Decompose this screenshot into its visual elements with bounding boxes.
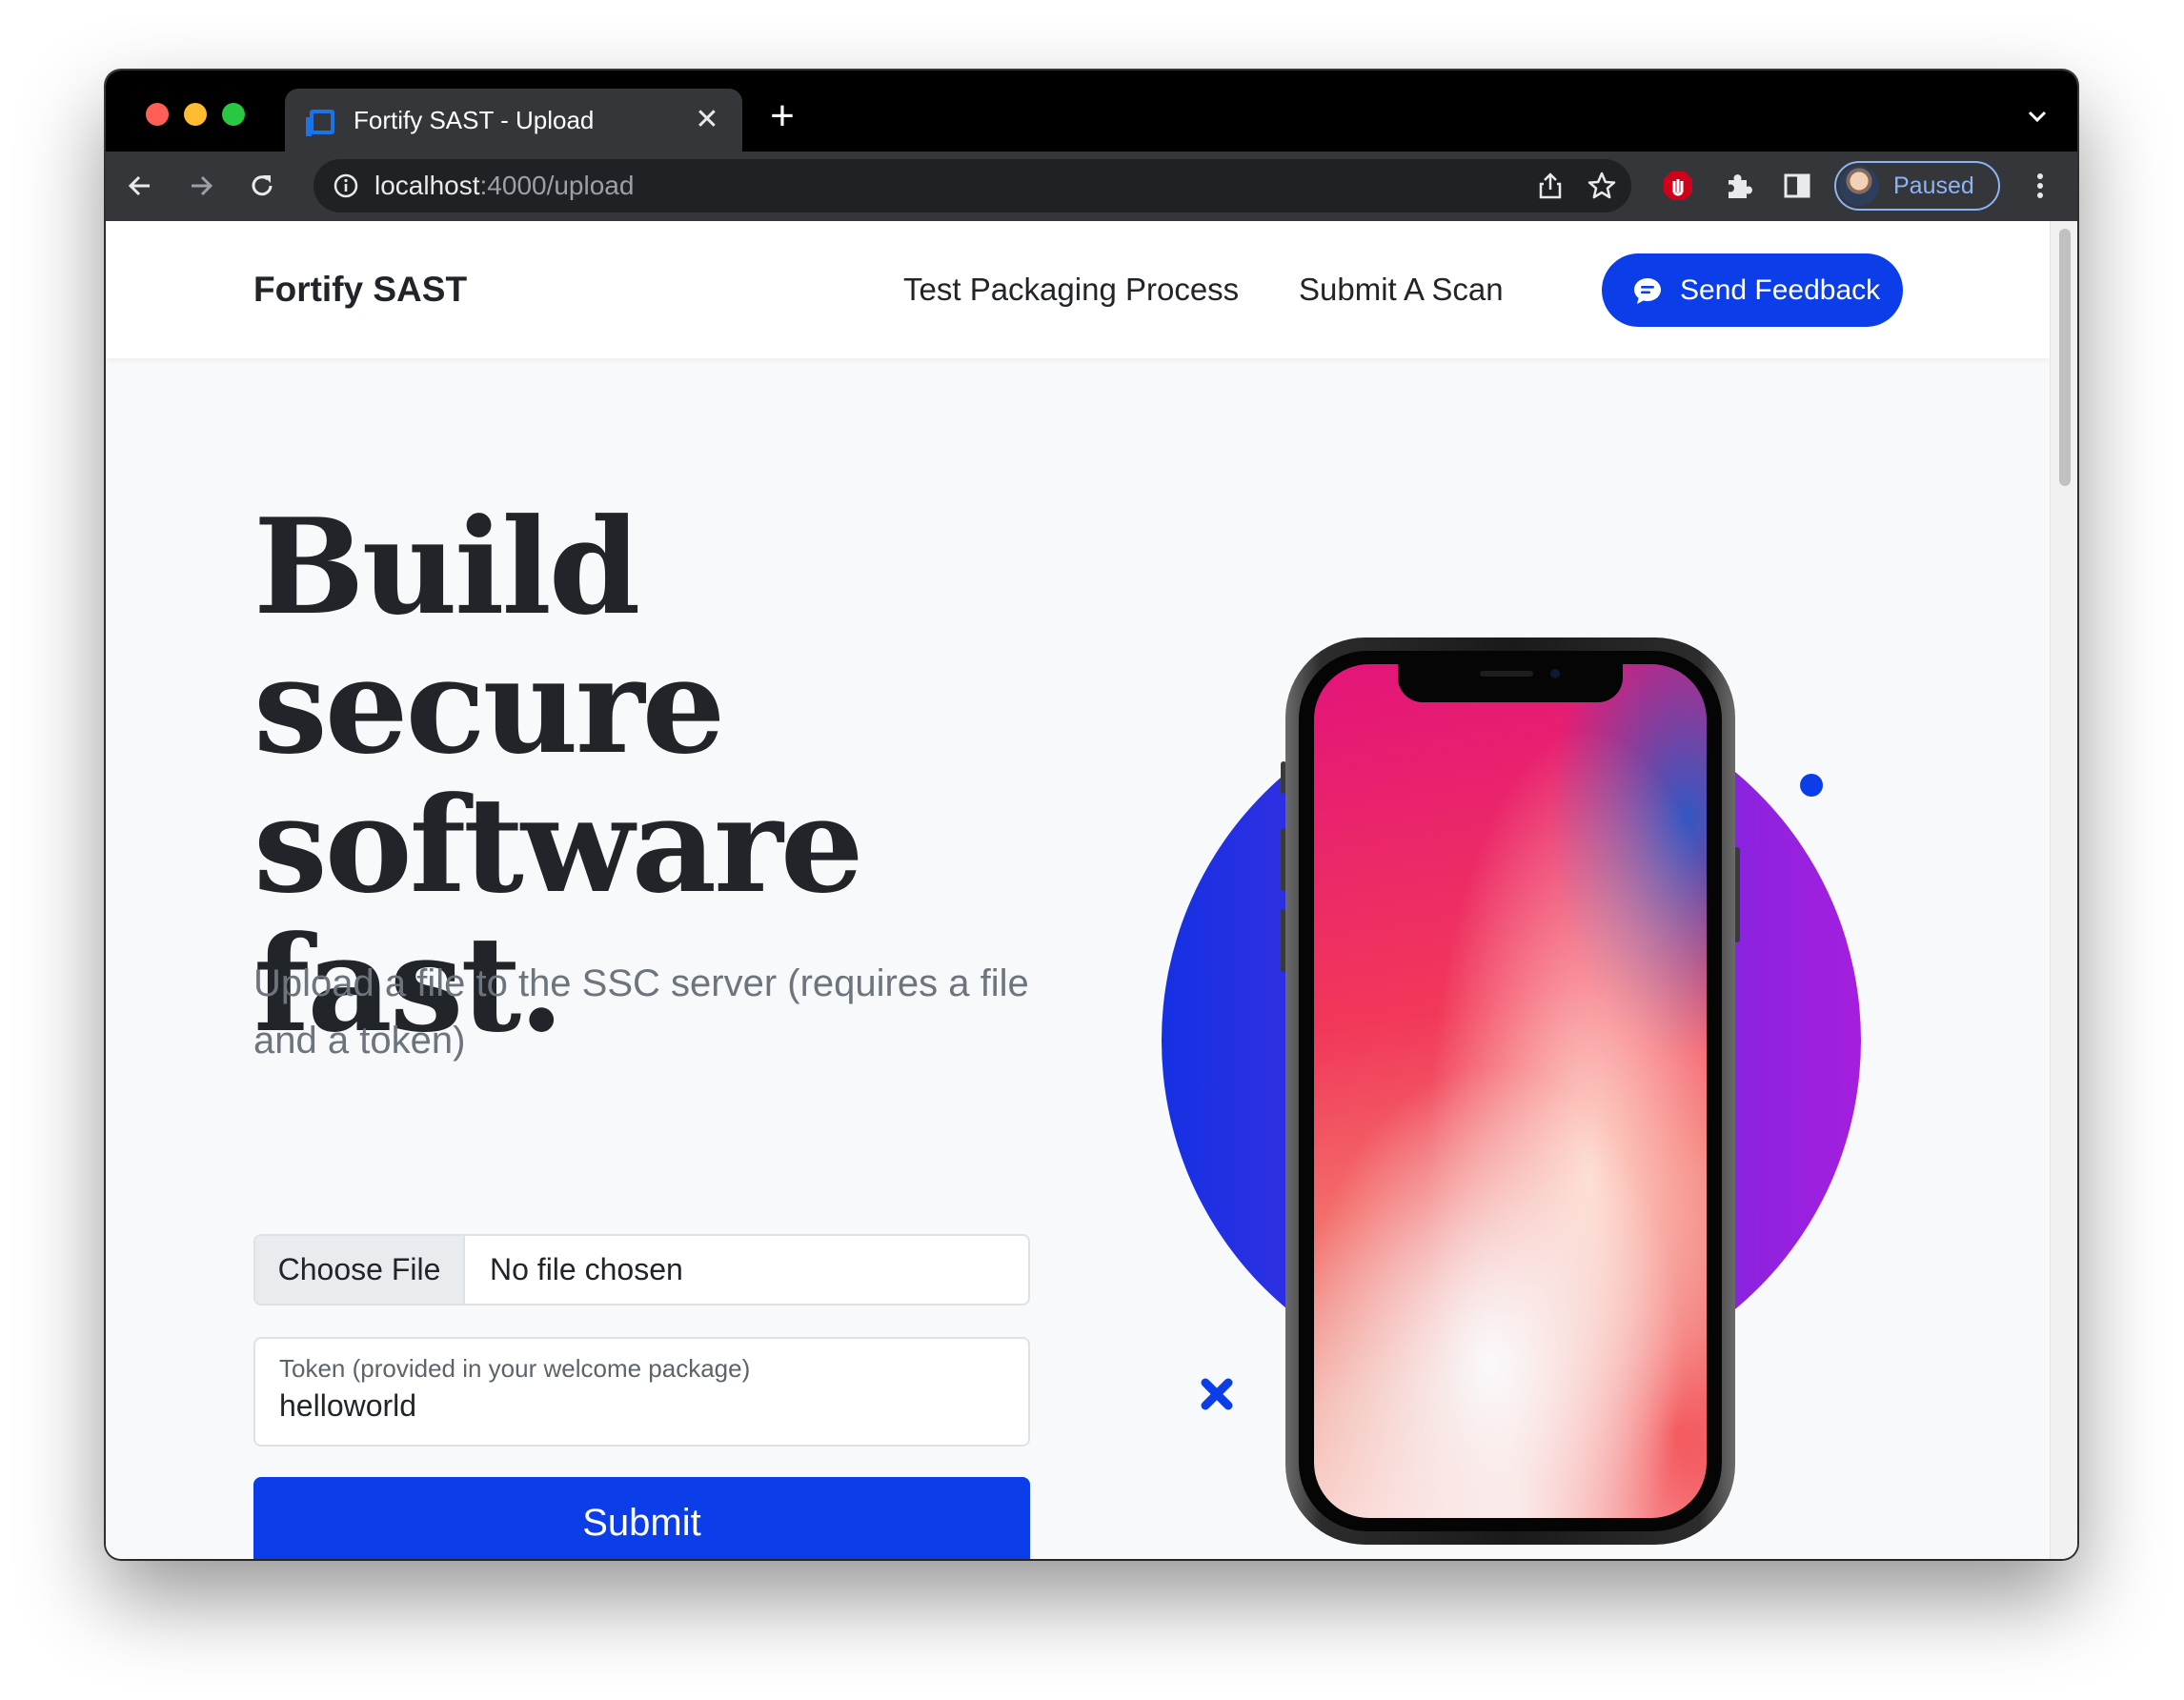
share-icon[interactable] <box>1535 171 1566 201</box>
profile-status: Paused <box>1893 172 1974 199</box>
hero-title-line: Build secure <box>253 489 725 783</box>
phone-illustration <box>1281 638 1740 1545</box>
hero-title-line: software <box>253 767 864 922</box>
star-icon[interactable] <box>1587 171 1617 201</box>
url-text: localhost:4000/upload <box>374 171 635 200</box>
tab-strip: Fortify SAST - Upload ✕ + <box>106 71 2077 152</box>
phone-screen <box>1314 664 1707 1518</box>
nav-link-submit-scan[interactable]: Submit A Scan <box>1299 221 1504 358</box>
new-tab-button[interactable]: + <box>761 95 803 139</box>
browser-window: Fortify SAST - Upload ✕ + localhost:4000… <box>106 71 2077 1559</box>
minimize-window-button[interactable] <box>184 103 207 126</box>
tab-search-chevron-icon[interactable] <box>2026 105 2049 128</box>
avatar <box>1839 166 1879 206</box>
site-navbar: Fortify SAST Test Packaging Process Subm… <box>106 221 2050 358</box>
token-value[interactable]: helloworld <box>279 1388 416 1424</box>
reload-icon[interactable] <box>245 169 279 203</box>
active-tab[interactable]: Fortify SAST - Upload ✕ <box>285 89 742 152</box>
extensions-icon[interactable] <box>1721 169 1755 203</box>
brand-logo[interactable]: Fortify SAST <box>253 221 467 358</box>
nav-link-test-packaging[interactable]: Test Packaging Process <box>903 221 1239 358</box>
file-input[interactable]: Choose File No file chosen <box>253 1234 1030 1305</box>
side-panel-icon[interactable] <box>1780 169 1814 203</box>
tab-title: Fortify SAST - Upload <box>354 106 595 134</box>
front-camera <box>1550 669 1560 678</box>
close-tab-icon[interactable]: ✕ <box>689 102 725 138</box>
forward-arrow-icon[interactable] <box>184 169 218 203</box>
submit-button[interactable]: Submit <box>253 1477 1030 1559</box>
profile-button[interactable]: Paused <box>1834 161 2000 211</box>
cross-icon <box>1201 1378 1233 1410</box>
phone-notch <box>1398 662 1623 702</box>
browser-toolbar: localhost:4000/upload Paused <box>106 152 2077 221</box>
favicon-icon <box>306 110 334 136</box>
adblock-icon[interactable] <box>1661 169 1695 203</box>
dot-decoration <box>1800 774 1823 797</box>
back-arrow-icon[interactable] <box>123 169 157 203</box>
token-floating-label: Token (provided in your welcome package) <box>279 1354 751 1383</box>
scrollbar-thumb[interactable] <box>2059 229 2071 486</box>
file-status-text: No file chosen <box>490 1252 683 1286</box>
more-icon[interactable] <box>2023 169 2057 203</box>
token-input[interactable]: Token (provided in your welcome package)… <box>253 1337 1030 1447</box>
hero-lead-text: Upload a file to the SSC server (require… <box>253 962 1029 1062</box>
page-scrollbar[interactable] <box>2050 221 2077 1559</box>
choose-file-button[interactable]: Choose File <box>255 1236 465 1304</box>
maximize-window-button[interactable] <box>222 103 245 126</box>
info-icon[interactable] <box>333 172 359 199</box>
page-viewport: Fortify SAST Test Packaging Process Subm… <box>106 221 2050 1559</box>
send-feedback-label: Send Feedback <box>1680 274 1881 306</box>
chat-bubble-icon <box>1634 278 1661 304</box>
speaker-grille <box>1480 671 1533 677</box>
close-window-button[interactable] <box>146 103 169 126</box>
send-feedback-button[interactable]: Send Feedback <box>1602 253 1903 327</box>
address-bar[interactable]: localhost:4000/upload <box>313 159 1631 212</box>
